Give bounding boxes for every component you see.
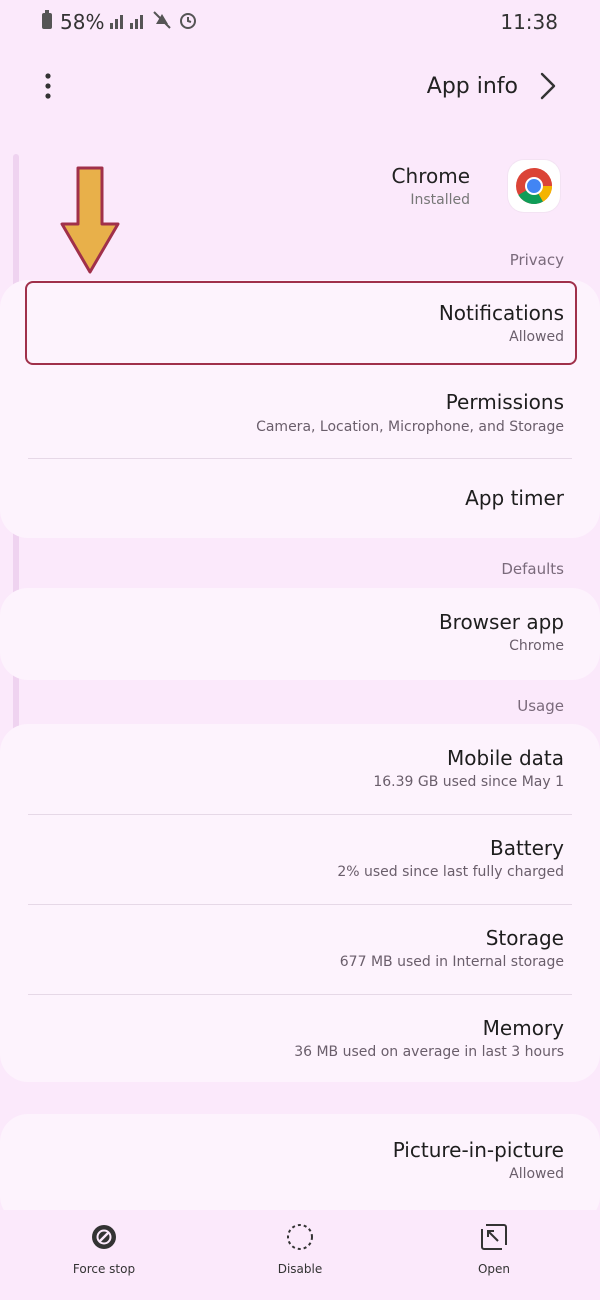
mute-icon: [152, 10, 172, 35]
back-chevron-icon: [539, 71, 557, 105]
chrome-icon: [508, 160, 560, 212]
status-bar: 58% 11:38: [0, 0, 600, 44]
mobile-data-sub: 16.39 GB used since May 1: [373, 774, 564, 790]
status-left: 58%: [40, 9, 198, 35]
notifications-highlight-box: [25, 281, 577, 365]
pip-sub: Allowed: [509, 1166, 564, 1182]
browser-app-sub: Chrome: [509, 638, 564, 654]
disable-icon: [283, 1220, 317, 1254]
alarm-icon: [178, 10, 198, 35]
usage-card: Mobile data 16.39 GB used since May 1 Ba…: [0, 724, 600, 1082]
battery-row[interactable]: Battery 2% used since last fully charged: [0, 814, 600, 904]
more-options-button[interactable]: [36, 70, 60, 106]
disable-label: Disable: [277, 1262, 323, 1276]
permissions-title: Permissions: [445, 390, 564, 414]
browser-app-title: Browser app: [438, 610, 564, 634]
storage-title: Storage: [485, 926, 564, 950]
storage-row[interactable]: Storage 677 MB used in Internal storage: [0, 904, 600, 994]
clock: 11:38: [500, 10, 558, 34]
force-stop-label: Force stop: [72, 1262, 136, 1276]
app-name: Chrome: [391, 164, 470, 188]
open-label: Open: [477, 1262, 511, 1276]
memory-title: Memory: [482, 1016, 564, 1040]
bottom-action-bar: Force stop Disable Open: [0, 1210, 600, 1300]
memory-sub: 36 MB used on average in last 3 hours: [294, 1044, 564, 1060]
top-app-bar: App info: [0, 60, 600, 116]
down-arrow-icon: [60, 166, 120, 274]
app-timer-title: App timer: [465, 486, 564, 510]
mobile-data-row[interactable]: Mobile data 16.39 GB used since May 1: [0, 724, 600, 814]
section-privacy: Privacy: [509, 251, 564, 269]
browser-app-row[interactable]: Browser app Chrome: [0, 588, 600, 680]
storage-sub: 677 MB used in Internal storage: [339, 954, 564, 970]
defaults-card: Browser app Chrome: [0, 588, 600, 680]
signal-icon: [110, 10, 146, 34]
app-timer-row[interactable]: App timer: [0, 458, 600, 538]
pip-card: Picture-in-picture Allowed: [0, 1114, 600, 1224]
battery-sub: 2% used since last fully charged: [337, 864, 564, 880]
permissions-row[interactable]: Permissions Camera, Location, Microphone…: [0, 368, 600, 458]
back-button[interactable]: [530, 68, 566, 108]
open-icon: [477, 1220, 511, 1254]
battery-title: Battery: [489, 836, 564, 860]
permissions-sub: Camera, Location, Microphone, and Storag…: [256, 419, 564, 435]
section-defaults: Defaults: [501, 560, 564, 578]
battery-percent: 58%: [60, 10, 105, 34]
disable-button[interactable]: Disable: [230, 1220, 370, 1294]
section-usage: Usage: [517, 697, 564, 715]
pip-row[interactable]: Picture-in-picture Allowed: [0, 1114, 600, 1214]
more-options-icon: [44, 72, 52, 104]
app-status: Installed: [410, 192, 470, 208]
force-stop-icon: [87, 1220, 121, 1254]
page-title: App info: [426, 74, 518, 99]
mobile-data-title: Mobile data: [446, 746, 564, 770]
memory-row[interactable]: Memory 36 MB used on average in last 3 h…: [0, 994, 600, 1082]
force-stop-button[interactable]: Force stop: [34, 1220, 174, 1294]
battery-icon: [40, 9, 54, 35]
open-button[interactable]: Open: [424, 1220, 564, 1294]
pip-title: Picture-in-picture: [392, 1138, 564, 1162]
